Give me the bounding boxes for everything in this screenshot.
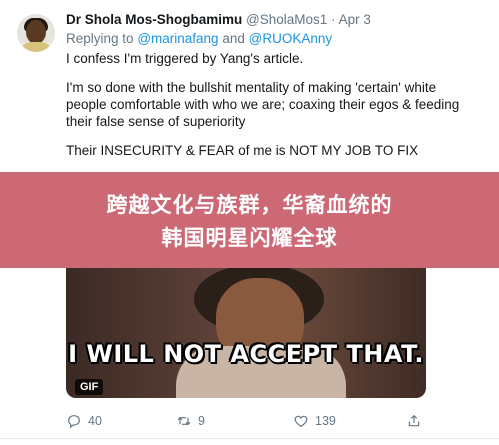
reply-mention-marinafang[interactable]: @marinafang	[137, 31, 218, 46]
gif-media[interactable]: I WILL NOT ACCEPT THAT. GIF	[66, 268, 426, 398]
gif-badge: GIF	[75, 379, 104, 395]
like-button[interactable]: 139	[293, 412, 336, 430]
author-avatar[interactable]	[17, 14, 55, 52]
tweet-paragraph: Their INSECURITY & FEAR of me is NOT MY …	[66, 143, 419, 158]
heart-icon	[294, 415, 308, 428]
reply-mention-ruokanny[interactable]: @RUOKAnny	[249, 31, 332, 46]
author-handle[interactable]: @SholaMos1	[246, 12, 327, 27]
share-button[interactable]	[406, 412, 422, 430]
retweet-icon	[177, 416, 191, 426]
retweet-button[interactable]: 9	[176, 412, 205, 430]
reply-icon	[68, 415, 80, 429]
tweet-actions: 40 9 139	[66, 412, 446, 430]
tweet-card: Dr Shola Mos-Shogbamimu @SholaMos1 · Apr…	[0, 0, 499, 445]
header-separator: ·	[331, 12, 336, 27]
share-icon	[408, 414, 420, 427]
author-name[interactable]: Dr Shola Mos-Shogbamimu	[66, 12, 242, 27]
replying-to: Replying to @marinafang and @RUOKAnny	[66, 31, 332, 46]
tweet-header: Dr Shola Mos-Shogbamimu @SholaMos1 · Apr…	[66, 12, 371, 30]
reply-conjunction: and	[222, 31, 245, 46]
overlay-banner-line-2: 韩国明星闪耀全球	[161, 226, 338, 250]
tweet-paragraph: I'm so done with the bullshit mentality …	[66, 80, 460, 129]
retweet-count: 9	[198, 414, 205, 428]
like-count: 139	[315, 414, 336, 428]
gif-caption: I WILL NOT ACCEPT THAT.	[68, 340, 424, 368]
reply-button[interactable]: 40	[66, 412, 102, 430]
avatar-face	[26, 20, 46, 44]
avatar-shirt	[21, 42, 51, 52]
tweet-text: I confess I'm triggered by Yang's articl…	[66, 50, 476, 159]
reply-count: 40	[88, 414, 102, 428]
tweet-paragraph: I confess I'm triggered by Yang's articl…	[66, 51, 304, 66]
replying-to-label: Replying to	[66, 31, 134, 46]
tweet-date[interactable]: Apr 3	[339, 12, 371, 27]
tweet-divider	[0, 438, 499, 439]
overlay-banner-line-1: 跨越文化与族群，华裔血统的	[106, 193, 393, 217]
overlay-banner	[0, 172, 499, 268]
